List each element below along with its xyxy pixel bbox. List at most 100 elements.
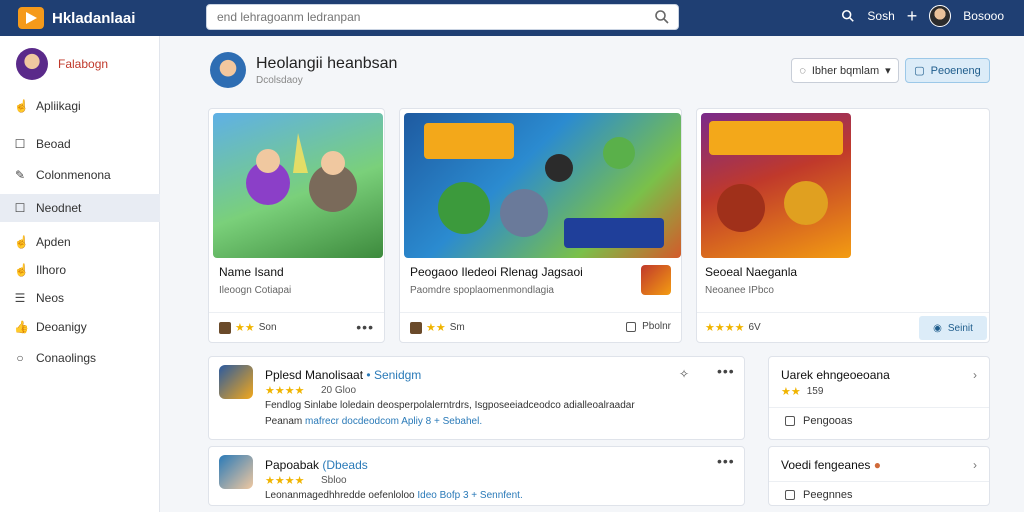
search-input[interactable] xyxy=(217,10,637,24)
app-logo[interactable]: Hkladanlaai xyxy=(18,7,135,29)
top-bar: Hkladanlaai Sosh + Bosooo xyxy=(0,0,1024,36)
desc-link[interactable]: Ideo xyxy=(417,490,436,501)
divider xyxy=(769,481,989,482)
side-card-action[interactable]: Peegnnes xyxy=(785,489,853,501)
search-bar[interactable] xyxy=(206,4,679,30)
game-thumbnail[interactable] xyxy=(213,113,383,258)
more-options-icon[interactable]: ••• xyxy=(356,319,374,335)
card-footer: ★★ Son ••• xyxy=(209,312,384,342)
game-art-image xyxy=(709,121,843,232)
sidebar-item-deoanigy[interactable]: 👍 Deoanigy xyxy=(0,313,160,341)
side-card-title-text: Voedi fengeanes xyxy=(781,458,871,472)
desc-link[interactable]: Apliy 8 + Sebahel. xyxy=(401,416,482,427)
box-icon: ▢ xyxy=(914,65,925,77)
desc-text: Leonanmagedhhredde oefenloloo xyxy=(265,490,415,501)
game-thumbnail[interactable] xyxy=(701,113,851,258)
game-card[interactable]: Name Isand Ileoogn Cotiapai ★★ Son ••• xyxy=(208,108,385,343)
primary-label: Peoeneng xyxy=(930,64,981,77)
divider xyxy=(769,407,989,408)
sidebar-item-apliikagi[interactable]: ☝ Apliikagi xyxy=(0,92,160,120)
sidebar-item-apden[interactable]: ☝ Apden xyxy=(0,228,160,256)
card-title[interactable]: Seoeal Naeganla xyxy=(705,265,797,279)
more-options-icon[interactable]: ••• xyxy=(717,363,735,379)
desc-link[interactable]: mafrecr docdeodcom xyxy=(305,416,399,427)
list-item-meta: 20 Gloo xyxy=(321,385,357,396)
list-item-name: Papoabak xyxy=(265,458,320,472)
list-item-tag[interactable]: (Dbeads xyxy=(322,458,367,472)
side-card-action-label: Peegnnes xyxy=(803,489,853,501)
star-rating: ★★★★ xyxy=(265,385,305,397)
list-item-title[interactable]: Pplesd Manolisaat • Senidgm xyxy=(265,368,421,382)
sidebar-item-conaolings[interactable]: ○ Conaolings xyxy=(0,344,160,372)
list-item-name: Pplesd Manolisaat xyxy=(265,368,364,382)
card-action[interactable]: Pbolnr xyxy=(626,321,671,332)
star-rating: ★★★★ xyxy=(265,475,305,487)
target-icon: ◉ xyxy=(933,322,942,334)
list-icon: ☰ xyxy=(14,291,26,305)
search-icon[interactable] xyxy=(654,9,670,25)
sidebar-item-label: Neodnet xyxy=(36,201,82,215)
hand-icon: ☝ xyxy=(14,235,29,249)
user-name[interactable]: Bosooo xyxy=(963,9,1004,23)
pin-icon[interactable]: ✧ xyxy=(679,367,689,381)
app-title: Hkladanlaai xyxy=(52,9,136,27)
star-rating: ★★★★ xyxy=(705,322,745,334)
sidebar-item-neos[interactable]: ☰ Neos xyxy=(0,284,160,312)
card-footer: ★★★★ 6V ◉ Seinit xyxy=(697,312,989,342)
sidebar-item-beoad[interactable]: ☐ Beoad xyxy=(0,130,160,158)
box-icon xyxy=(626,321,637,332)
game-icon xyxy=(641,265,671,295)
card-subtitle: Neoanee IPbco xyxy=(705,285,774,296)
user-avatar[interactable] xyxy=(929,5,952,27)
page-subtitle: Dcolsdaoy xyxy=(256,74,303,86)
logo-icon xyxy=(18,7,44,29)
list-item[interactable]: Papoabak (Dbeads ★★★★ Sbloo Leonanmagedh… xyxy=(208,446,745,506)
hand-icon: ☝ xyxy=(14,263,29,277)
side-panel-card[interactable]: Uarek ehngeoeoana › ★★ 159 Pengooas xyxy=(768,356,990,440)
game-art-image xyxy=(424,123,664,248)
side-card-title[interactable]: Uarek ehngeoeoana xyxy=(781,368,890,382)
game-thumbnail[interactable] xyxy=(404,113,681,258)
page-title: Heolangii heanbsan xyxy=(256,54,398,72)
card-action-button[interactable]: ◉ Seinit xyxy=(919,316,987,340)
side-card-title[interactable]: Voedi fengeanes ● xyxy=(781,458,881,472)
list-item-title[interactable]: Papoabak (Dbeads xyxy=(265,458,368,472)
pencil-icon: ✎ xyxy=(14,168,26,182)
more-options-icon[interactable]: ••• xyxy=(717,453,735,469)
search-label[interactable]: Sosh xyxy=(867,9,894,23)
game-card[interactable]: Peogaoo Iledeoi Rlenag Jagsaoi Paomdre s… xyxy=(399,108,682,343)
hand-icon: ☝ xyxy=(14,99,29,113)
sidebar-item-ilhoro[interactable]: ☝ Ilhoro xyxy=(0,256,160,284)
side-panel-card[interactable]: Voedi fengeanes ● › Peegnnes xyxy=(768,446,990,506)
chevron-right-icon[interactable]: › xyxy=(973,458,977,472)
sidebar-item-neodnet[interactable]: ☐ Neodnet xyxy=(0,194,160,222)
list-item-description: Fendlog Sinlabe loledain deosperpolalern… xyxy=(265,400,635,411)
card-action-label: Seinit xyxy=(947,322,973,334)
search-icon[interactable] xyxy=(841,9,855,23)
sidebar-item-colonmenona[interactable]: ✎ Colonmenona xyxy=(0,161,160,189)
side-card-action[interactable]: Pengooas xyxy=(785,415,853,427)
game-card[interactable]: Seoeal Naeganla Neoanee IPbco ★★★★ 6V ◉ … xyxy=(696,108,990,343)
sidebar-item-label: Ilhoro xyxy=(36,263,67,277)
chevron-down-icon: ▾ xyxy=(885,65,891,77)
card-title[interactable]: Name Isand xyxy=(219,265,284,279)
desc-link[interactable]: Bofp 3 + Sennfent. xyxy=(440,490,523,501)
emoji-icon: ● xyxy=(873,458,882,472)
primary-button[interactable]: ▢ Peoeneng xyxy=(905,58,990,83)
game-art-image xyxy=(246,133,357,212)
card-action-label: Pbolnr xyxy=(642,321,671,332)
card-subtitle: Paomdre spoplaomenmondlagia xyxy=(410,285,554,296)
chevron-right-icon[interactable]: › xyxy=(973,368,977,382)
sort-dropdown[interactable]: ◌ Ibher bqmlam ▾ xyxy=(791,58,899,83)
sidebar: Falabogn ☝ Apliikagi ☐ Beoad ✎ Colonmenona … xyxy=(0,36,160,512)
card-title[interactable]: Peogaoo Iledeoi Rlenag Jagsaoi xyxy=(410,265,583,279)
box-icon xyxy=(785,490,795,500)
sidebar-profile[interactable]: Falabogn xyxy=(16,48,108,80)
card-subtitle: Ileoogn Cotiapai xyxy=(219,285,292,296)
rating-text: Sm xyxy=(449,322,465,333)
box-icon xyxy=(785,416,795,426)
list-item[interactable]: Pplesd Manolisaat • Senidgm ★★★★ 20 Gloo… xyxy=(208,356,745,440)
sidebar-item-label: Apden xyxy=(36,235,71,249)
list-item-tag[interactable]: • Senidgm xyxy=(366,368,421,382)
add-icon[interactable]: + xyxy=(907,7,918,25)
